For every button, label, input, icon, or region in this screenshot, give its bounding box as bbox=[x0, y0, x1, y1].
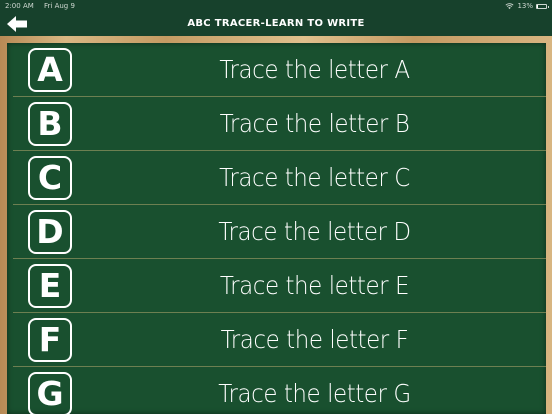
letter-badge: E bbox=[28, 264, 72, 308]
status-right: 13% bbox=[505, 0, 549, 12]
row-label: Trace the letter C bbox=[219, 163, 410, 192]
battery-icon bbox=[536, 3, 549, 9]
app-screen: 2:00 AM Fri Aug 9 13% ABC TRACER-LEARN T… bbox=[0, 0, 552, 414]
battery-percent: 13% bbox=[517, 2, 533, 10]
letter-row-e[interactable]: E Trace the letter E bbox=[13, 259, 546, 313]
letter-row-f[interactable]: F Trace the letter F bbox=[13, 313, 546, 367]
letter-row-d[interactable]: D Trace the letter D bbox=[13, 205, 546, 259]
letter-row-a[interactable]: A Trace the letter A bbox=[13, 43, 546, 97]
letter-row-c[interactable]: C Trace the letter C bbox=[13, 151, 546, 205]
status-bar: 2:00 AM Fri Aug 9 13% bbox=[0, 0, 552, 12]
page-title: ABC TRACER-LEARN TO WRITE bbox=[187, 18, 365, 29]
letter-badge: A bbox=[28, 48, 72, 92]
letter-row-g[interactable]: G Trace the letter G bbox=[13, 367, 546, 414]
row-label: Trace the letter B bbox=[219, 109, 410, 138]
row-label: Trace the letter E bbox=[219, 271, 410, 300]
chalkboard-frame: A Trace the letter A B Trace the letter … bbox=[0, 36, 552, 414]
status-time: 2:00 AM bbox=[5, 2, 34, 10]
letter-badge: C bbox=[28, 156, 72, 200]
wifi-icon bbox=[505, 3, 514, 10]
row-label: Trace the letter F bbox=[220, 325, 409, 354]
chalkboard: A Trace the letter A B Trace the letter … bbox=[7, 43, 546, 414]
letter-badge: G bbox=[28, 372, 72, 414]
row-label: Trace the letter G bbox=[218, 379, 411, 408]
header: ABC TRACER-LEARN TO WRITE bbox=[0, 12, 552, 36]
letter-badge: F bbox=[28, 318, 72, 362]
letter-badge: B bbox=[28, 102, 72, 146]
letter-row-b[interactable]: B Trace the letter B bbox=[13, 97, 546, 151]
status-date: Fri Aug 9 bbox=[44, 2, 75, 10]
letter-badge: D bbox=[28, 210, 72, 254]
row-label: Trace the letter D bbox=[218, 217, 411, 246]
status-left: 2:00 AM Fri Aug 9 bbox=[5, 0, 83, 12]
row-label: Trace the letter A bbox=[219, 55, 410, 84]
